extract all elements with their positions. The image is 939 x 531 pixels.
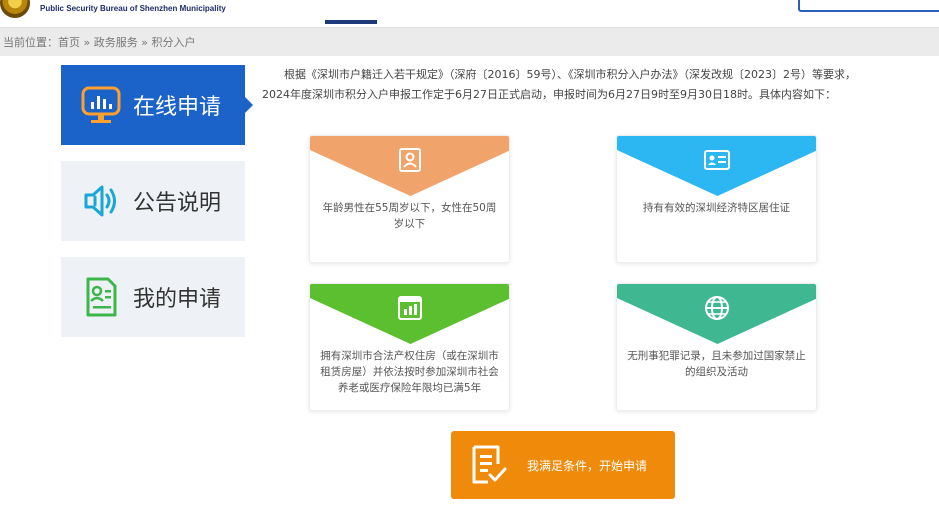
document-user-icon (79, 275, 123, 319)
speaker-icon (79, 179, 123, 223)
start-application-button[interactable]: 我满足条件，开始申请 (451, 431, 675, 499)
breadcrumb: 当前位置：首页 » 政务服务 » 积分入户 (0, 27, 939, 56)
site-header: Public Security Bureau of Shenzhen Munic… (0, 0, 939, 27)
condition-card-housing: 拥有深圳市合法产权住房（或在深圳市租赁房屋）并依法按时参加深圳市社会养老或医疗保… (309, 283, 510, 411)
monitor-chart-icon (79, 83, 123, 127)
search-input[interactable] (800, 0, 939, 10)
tab-label: 在线申请 (133, 95, 222, 120)
tab-label: 公告说明 (133, 191, 222, 216)
active-tab-arrow (245, 97, 253, 113)
condition-text: 拥有深圳市合法产权住房（或在深圳市租赁房屋）并依法按时参加深圳市社会养老或医疗保… (320, 350, 499, 394)
breadcrumb-item-current: 积分入户 (151, 36, 196, 49)
tab-announcement[interactable]: 公告说明 (61, 161, 245, 241)
start-application-label: 我满足条件，开始申请 (527, 458, 648, 473)
breadcrumb-separator: » (83, 36, 91, 49)
condition-card-record: 无刑事犯罪记录，且未参加过国家禁止的组织及活动 (616, 283, 817, 411)
breadcrumb-prefix: 当前位置： (3, 36, 58, 49)
police-badge-logo (0, 0, 30, 18)
condition-text: 无刑事犯罪记录，且未参加过国家禁止的组织及活动 (627, 350, 806, 378)
person-id-icon (395, 145, 425, 175)
condition-text: 年龄男性在55周岁以下，女性在50周岁以下 (322, 202, 497, 230)
id-card-icon (702, 145, 732, 175)
condition-text: 持有有效的深圳经济特区居住证 (643, 202, 790, 214)
globe-icon (702, 293, 732, 323)
breadcrumb-item-home[interactable]: 首页 (58, 36, 80, 49)
tab-label: 我的申请 (133, 287, 222, 312)
breadcrumb-item-services[interactable]: 政务服务 (94, 36, 138, 49)
bar-chart-window-icon (395, 293, 425, 323)
search-box[interactable] (798, 0, 939, 12)
condition-card-residence: 持有有效的深圳经济特区居住证 (616, 135, 817, 263)
breadcrumb-separator: » (141, 36, 148, 49)
org-name: Public Security Bureau of Shenzhen Munic… (40, 4, 226, 13)
tab-online-apply[interactable]: 在线申请 (61, 65, 253, 145)
tab-my-applications[interactable]: 我的申请 (61, 257, 245, 337)
page: Public Security Bureau of Shenzhen Munic… (0, 0, 939, 531)
condition-card-age: 年龄男性在55周岁以下，女性在50周岁以下 (309, 135, 510, 263)
checklist-icon (469, 443, 509, 487)
nav-active-indicator (325, 20, 377, 24)
intro-paragraph: 根据《深圳市户籍迁入若干规定》（深府〔2016〕59号）、《深圳市积分入户办法》… (262, 68, 856, 101)
